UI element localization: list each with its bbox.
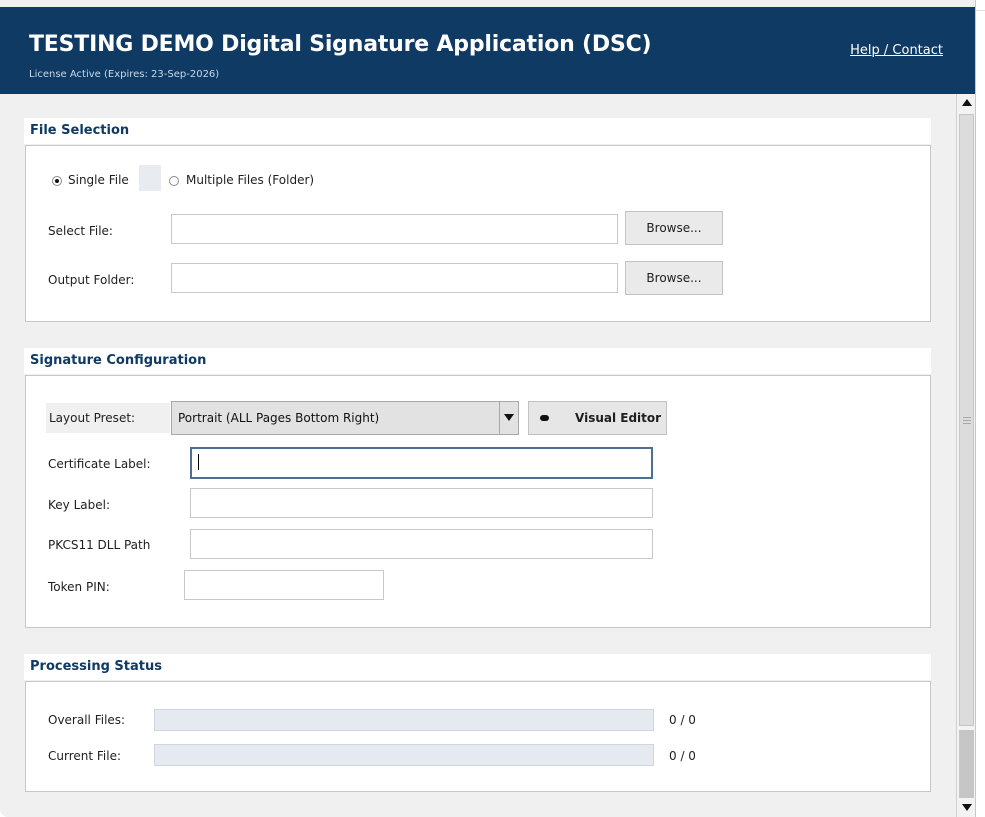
key-label: Key Label: [48, 498, 110, 512]
token-pin-input[interactable] [184, 570, 384, 600]
app-title: TESTING DEMO Digital Signature Applicati… [29, 32, 652, 57]
file-selection-title: File Selection [24, 118, 931, 144]
current-file-count: 0 / 0 [669, 749, 696, 763]
file-selection-panel: Single File Multiple Files (Folder) Sele… [25, 145, 931, 322]
scrollbar-thumb[interactable] [959, 114, 974, 726]
app-window: TESTING DEMO Digital Signature Applicati… [0, 0, 976, 817]
select-file-input[interactable] [171, 214, 618, 244]
current-file-label: Current File: [48, 749, 122, 763]
main-content: File Selection Single File Multiple File… [0, 94, 956, 817]
overall-files-progress [154, 709, 654, 731]
layout-preset-value: Portrait (ALL Pages Bottom Right) [178, 411, 380, 425]
signature-config-panel: Layout Preset: Portrait (ALL Pages Botto… [25, 375, 931, 628]
pen-icon [540, 415, 549, 421]
certificate-label-input[interactable] [190, 447, 653, 479]
single-file-label[interactable]: Single File [68, 173, 129, 187]
key-label-input[interactable] [190, 488, 653, 518]
output-folder-input[interactable] [171, 263, 618, 293]
desktop-background [976, 0, 985, 817]
layout-preset-select[interactable]: Portrait (ALL Pages Bottom Right) [171, 401, 519, 435]
overall-files-label: Overall Files: [48, 713, 126, 727]
grip-line [963, 417, 971, 418]
multiple-files-label[interactable]: Multiple Files (Folder) [186, 173, 314, 187]
text-caret [198, 454, 199, 470]
chevron-down-icon[interactable] [499, 402, 518, 434]
browse-folder-button[interactable]: Browse... [625, 261, 723, 295]
help-contact-link[interactable]: Help / Contact [850, 43, 943, 58]
token-pin-label: Token PIN: [48, 580, 110, 594]
scroll-up-arrow-icon[interactable] [958, 95, 975, 112]
processing-status-title: Processing Status [24, 654, 931, 680]
visual-editor-label: Visual Editor [575, 411, 662, 425]
scroll-down-arrow-icon[interactable] [958, 799, 975, 816]
grip-line [963, 423, 971, 424]
select-file-label: Select File: [48, 224, 113, 238]
overall-files-count: 0 / 0 [669, 713, 696, 727]
scrollbar-track[interactable] [959, 730, 974, 798]
pkcs11-dll-path-label: PKCS11 DLL Path [48, 538, 151, 552]
single-file-radio[interactable] [52, 176, 62, 186]
layout-preset-label: Layout Preset: [49, 411, 136, 425]
vertical-scrollbar[interactable] [956, 94, 975, 817]
certificate-label: Certificate Label: [48, 457, 151, 471]
pkcs11-dll-path-input[interactable] [190, 529, 653, 559]
visual-editor-button[interactable]: Visual Editor [528, 401, 667, 435]
radio-spacer [139, 165, 161, 191]
multiple-files-radio[interactable] [169, 176, 179, 186]
license-status: License Active (Expires: 23-Sep-2026) [29, 69, 220, 80]
signature-config-title: Signature Configuration [24, 348, 931, 374]
app-header: TESTING DEMO Digital Signature Applicati… [0, 7, 975, 94]
processing-status-panel: Overall Files: 0 / 0 Current File: 0 / 0 [25, 681, 931, 792]
output-folder-label: Output Folder: [48, 273, 135, 287]
browse-file-button[interactable]: Browse... [625, 211, 723, 245]
divider [976, 10, 985, 11]
current-file-progress [154, 744, 654, 766]
grip-line [963, 420, 971, 421]
